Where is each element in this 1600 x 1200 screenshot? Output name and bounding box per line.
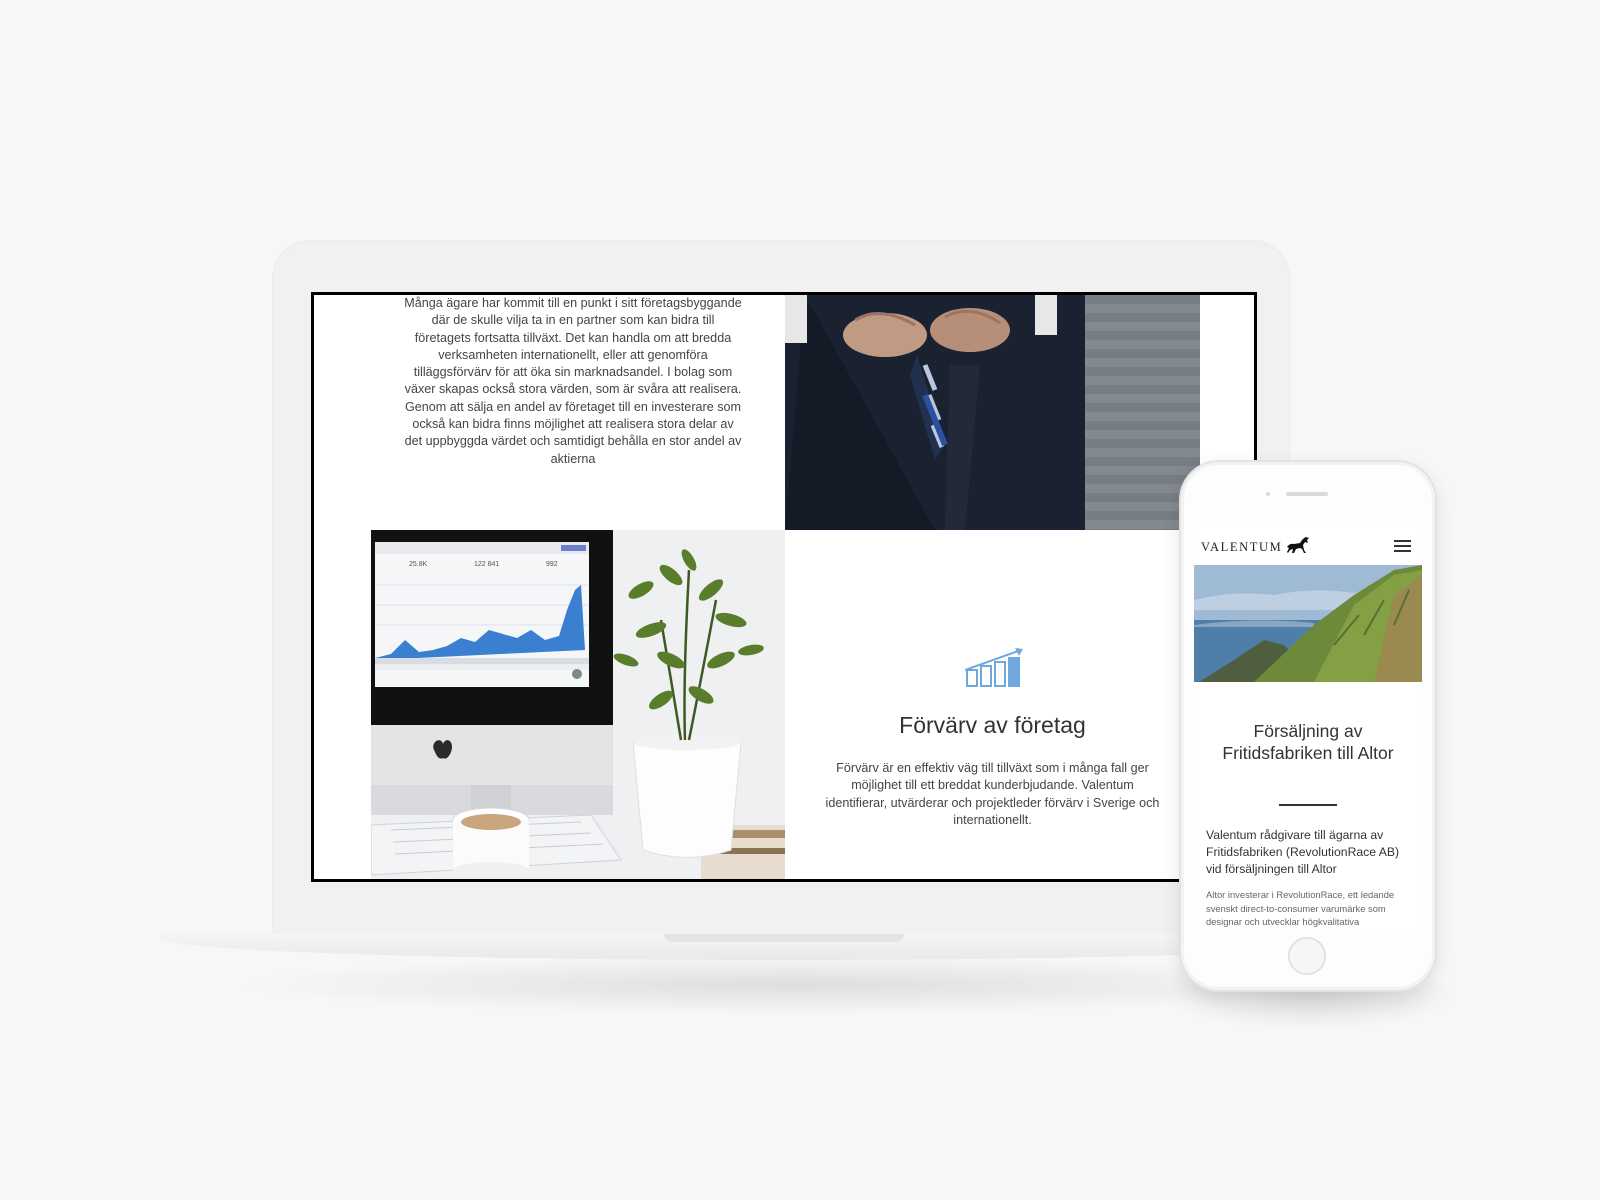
desk-photo: 25.8K 122 841 992 <box>371 530 785 879</box>
article-title[interactable]: Försäljning av Fritidsfabriken till Alto… <box>1208 720 1408 764</box>
phone-camera <box>1266 492 1270 496</box>
logo-text[interactable]: VALENTUM <box>1201 540 1282 555</box>
monitor-stat-1: 25.8K <box>409 561 428 568</box>
mountain-illustration <box>1194 565 1422 682</box>
feature-title: Förvärv av företag <box>899 712 1086 738</box>
monitor-stat-3: 992 <box>546 561 558 568</box>
article-body: Altor investerar i RevolutionRace, ett l… <box>1206 889 1395 927</box>
horse-icon <box>1287 537 1309 553</box>
mobile-header: VALENTUM <box>1194 527 1422 563</box>
desktop-viewport: Många ägare har kommit till en punkt i s… <box>314 295 1254 879</box>
growth-chart-icon <box>965 648 1023 687</box>
monitor-stat-2: 122 841 <box>474 561 499 568</box>
businessman-illustration <box>785 295 1200 530</box>
laptop-notch <box>664 934 904 942</box>
laptop-screen: Många ägare har kommit till en punkt i s… <box>311 292 1257 882</box>
article-lead: Valentum rådgivare till ägarna av Fritid… <box>1206 828 1400 876</box>
feature-description: Förvärv är en effektiv väg till tillväxt… <box>825 761 1160 827</box>
mountain-hero-image <box>1194 565 1422 682</box>
intro-paragraph: Många ägare har kommit till en punkt i s… <box>404 296 742 466</box>
phone-home-button[interactable] <box>1288 937 1326 975</box>
mobile-viewport: VALENTUM Försäljning av Fritidsfabriken … <box>1194 527 1422 929</box>
hamburger-menu-icon[interactable] <box>1394 540 1411 552</box>
phone-speaker <box>1286 492 1328 496</box>
phone-frame: VALENTUM Försäljning av Fritidsfabriken … <box>1181 462 1435 990</box>
title-divider <box>1279 804 1337 806</box>
businessman-photo <box>785 295 1200 530</box>
desk-illustration: 25.8K 122 841 992 <box>371 530 785 879</box>
